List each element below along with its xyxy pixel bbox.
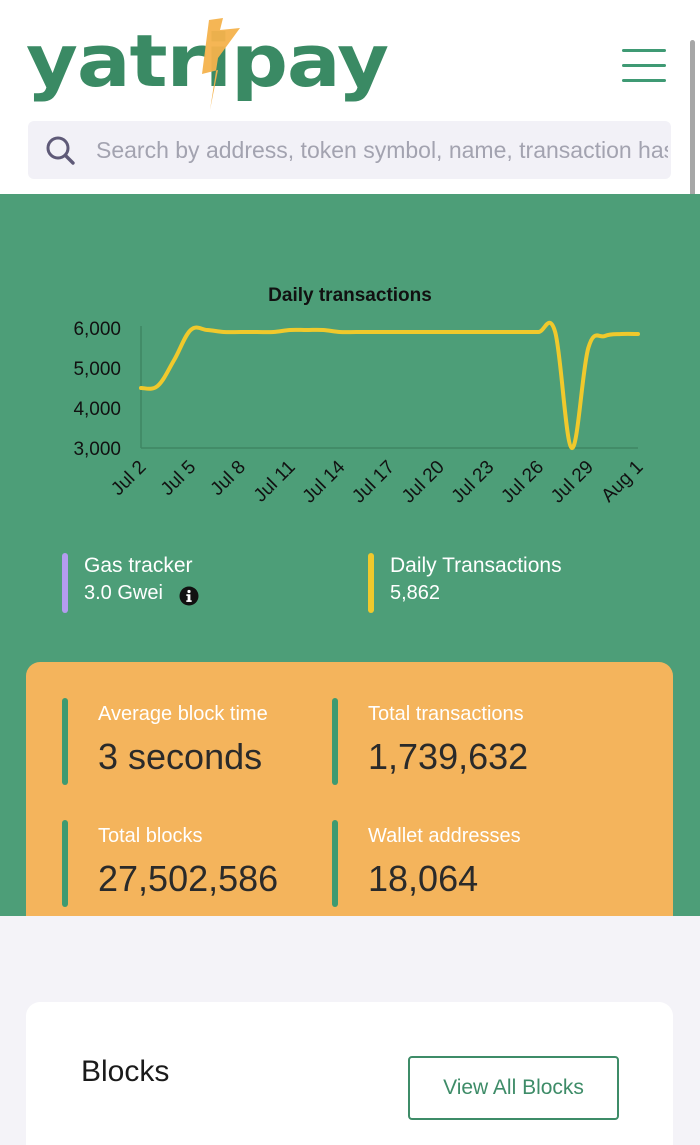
yatripay-logo[interactable]: yatripay [26,18,391,113]
metric-indicator [62,698,68,785]
blocks-title: Blocks [81,1055,170,1088]
metrics-card: Average block time 3 seconds Total trans… [26,662,673,916]
search-input[interactable] [96,121,668,179]
x-tick-label: Jul 23 [448,457,499,508]
x-tick-label: Jul 2 [107,457,150,500]
metric-label: Wallet addresses [368,825,521,847]
gas-tracker: Gas tracker 3.0 Gwei [62,553,342,613]
x-tick-label: Jul 14 [299,456,350,507]
y-tick-label: 6,000 [73,319,121,340]
daily-transactions-label: Daily Transactions [390,554,562,577]
search-icon[interactable] [44,134,76,166]
y-tick-label: 5,000 [73,359,121,380]
gas-tracker-label: Gas tracker [84,554,193,577]
daily-transactions-value: 5,862 [390,582,441,604]
metric-label: Total transactions [368,703,524,725]
metric-total-transactions: Total transactions 1,739,632 [332,698,632,786]
search-bar [28,121,671,179]
daily-transactions-series-line [139,320,640,451]
metric-total-blocks: Total blocks 27,502,586 [62,820,322,908]
metric-value: 18,064 [368,858,479,899]
metric-value: 27,502,586 [98,858,279,899]
daily-transactions-stat: Daily Transactions 5,862 [368,553,668,613]
metric-indicator [332,698,338,785]
info-icon[interactable] [179,586,199,606]
gas-tracker-indicator [62,553,68,613]
app-page: yatripay Daily transactions 6,0005,0004,… [0,0,700,1145]
metric-wallet-addresses: Wallet addresses 18,064 [332,820,632,908]
y-tick-label: 3,000 [73,439,121,460]
daily-transactions-chart: 6,0005,0004,0003,000Jul 2 Jul 5 Jul 8 Jul 1… [73,319,648,508]
gas-tracker-value: 3.0 Gwei [84,582,163,604]
metric-value: 3 seconds [98,736,263,777]
x-tick-label: Jul 26 [497,457,548,508]
x-tick-label: Jul 20 [398,457,449,508]
metric-label: Average block time [98,703,268,725]
hamburger-menu-icon[interactable] [620,46,668,86]
metric-value: 1,739,632 [368,736,529,777]
view-all-blocks-button[interactable]: View All Blocks [408,1056,619,1120]
x-tick-label: Jul 8 [207,457,250,500]
metric-indicator [62,820,68,907]
x-tick-label: Aug 1 [598,457,648,507]
blocks-card: Blocks View All Blocks [26,1002,673,1145]
x-tick-label: Jul 5 [157,457,200,500]
header: yatripay [0,0,700,194]
x-tick-label: Jul 17 [348,457,399,508]
metric-average-block-time: Average block time 3 seconds [62,698,322,786]
metric-label: Total blocks [98,825,203,847]
x-tick-label: Jul 29 [547,457,598,508]
y-tick-label: 4,000 [73,399,121,420]
x-tick-label: Jul 11 [250,457,300,507]
metric-indicator [332,820,338,907]
daily-transactions-indicator [368,553,374,613]
